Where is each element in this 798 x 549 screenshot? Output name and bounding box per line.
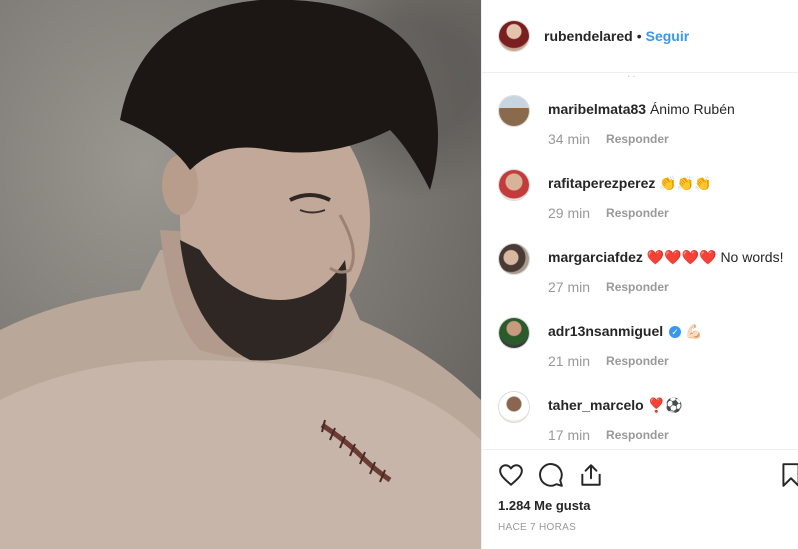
reply-button[interactable]: Responder [606, 354, 669, 368]
commenter-username[interactable]: taher_marcelo [548, 397, 644, 413]
post-header: rubendelared • Seguir .. [482, 0, 798, 80]
comment-meta: 29 min Responder [548, 205, 669, 221]
comment-body: Ánimo Rubén [649, 101, 735, 117]
share-icon[interactable] [578, 462, 604, 488]
post-sidebar: rubendelared • Seguir .. maribelmata83 Á… [481, 0, 798, 549]
post-photo[interactable] [0, 0, 481, 549]
comment-time[interactable]: 21 min [548, 353, 590, 369]
commenter-username[interactable]: rafitaperezperez [548, 175, 655, 191]
comment-body: 👏👏👏 [659, 175, 712, 191]
comment-time[interactable]: 34 min [548, 131, 590, 147]
comment-text: margarciafdez ❤️❤️❤️❤️ No words! [548, 249, 783, 266]
reply-button[interactable]: Responder [606, 428, 669, 442]
verified-badge-icon: ✓ [669, 326, 682, 338]
commenter-username[interactable]: adr13nsanmiguel [548, 323, 663, 339]
comment-text: adr13nsanmiguel ✓ 💪🏻 [548, 323, 702, 340]
commenter-avatar[interactable] [498, 317, 530, 349]
comment-text: rafitaperezperez 👏👏👏 [548, 175, 712, 192]
comment-body: ❤️❤️❤️❤️ No words! [646, 249, 784, 265]
reply-button[interactable]: Responder [606, 280, 669, 294]
commenter-avatar[interactable] [498, 243, 530, 275]
author-avatar[interactable] [498, 20, 530, 52]
comment-time[interactable]: 27 min [548, 279, 590, 295]
bookmark-icon[interactable] [778, 462, 798, 488]
comment-body: ❣️⚽ [647, 397, 683, 413]
scroll-indicator: .. [627, 66, 638, 80]
action-icons [498, 462, 604, 488]
comment-item: adr13nsanmiguel ✓ 💪🏻 21 min Responder [498, 317, 798, 391]
commenter-username[interactable]: maribelmata83 [548, 101, 646, 117]
commenter-avatar[interactable] [498, 95, 530, 127]
commenter-avatar[interactable] [498, 169, 530, 201]
comment-item: maribelmata83 Ánimo Rubén 34 min Respond… [498, 95, 798, 169]
comment-list: maribelmata83 Ánimo Rubén 34 min Respond… [498, 95, 798, 465]
comment-item: margarciafdez ❤️❤️❤️❤️ No words! 27 min … [498, 243, 798, 317]
comment-text: taher_marcelo ❣️⚽ [548, 397, 682, 414]
comment-meta: 27 min Responder [548, 279, 669, 295]
heart-icon[interactable] [498, 462, 524, 488]
comment-time[interactable]: 17 min [548, 427, 590, 443]
post-actions: 1.284 Me gusta HACE 7 HORAS [482, 449, 798, 549]
comment-meta: 17 min Responder [548, 427, 669, 443]
reply-button[interactable]: Responder [606, 206, 669, 220]
comment-body: 💪🏻 [684, 323, 703, 339]
comment-bubble-icon[interactable] [538, 462, 564, 488]
comment-text: maribelmata83 Ánimo Rubén [548, 101, 735, 117]
separator-dot: • [636, 28, 642, 44]
comment-meta: 21 min Responder [548, 353, 669, 369]
post-timestamp[interactable]: HACE 7 HORAS [498, 522, 576, 533]
author-username[interactable]: rubendelared [544, 28, 633, 44]
like-count[interactable]: 1.284 Me gusta [498, 498, 591, 513]
comment-time[interactable]: 29 min [548, 205, 590, 221]
comment-meta: 34 min Responder [548, 131, 669, 147]
reply-button[interactable]: Responder [606, 132, 669, 146]
commenter-username[interactable]: margarciafdez [548, 249, 643, 265]
photo-illustration [0, 0, 481, 549]
commenter-avatar[interactable] [498, 391, 530, 423]
comment-item: rafitaperezperez 👏👏👏 29 min Responder [498, 169, 798, 243]
follow-button[interactable]: Seguir [646, 28, 690, 44]
